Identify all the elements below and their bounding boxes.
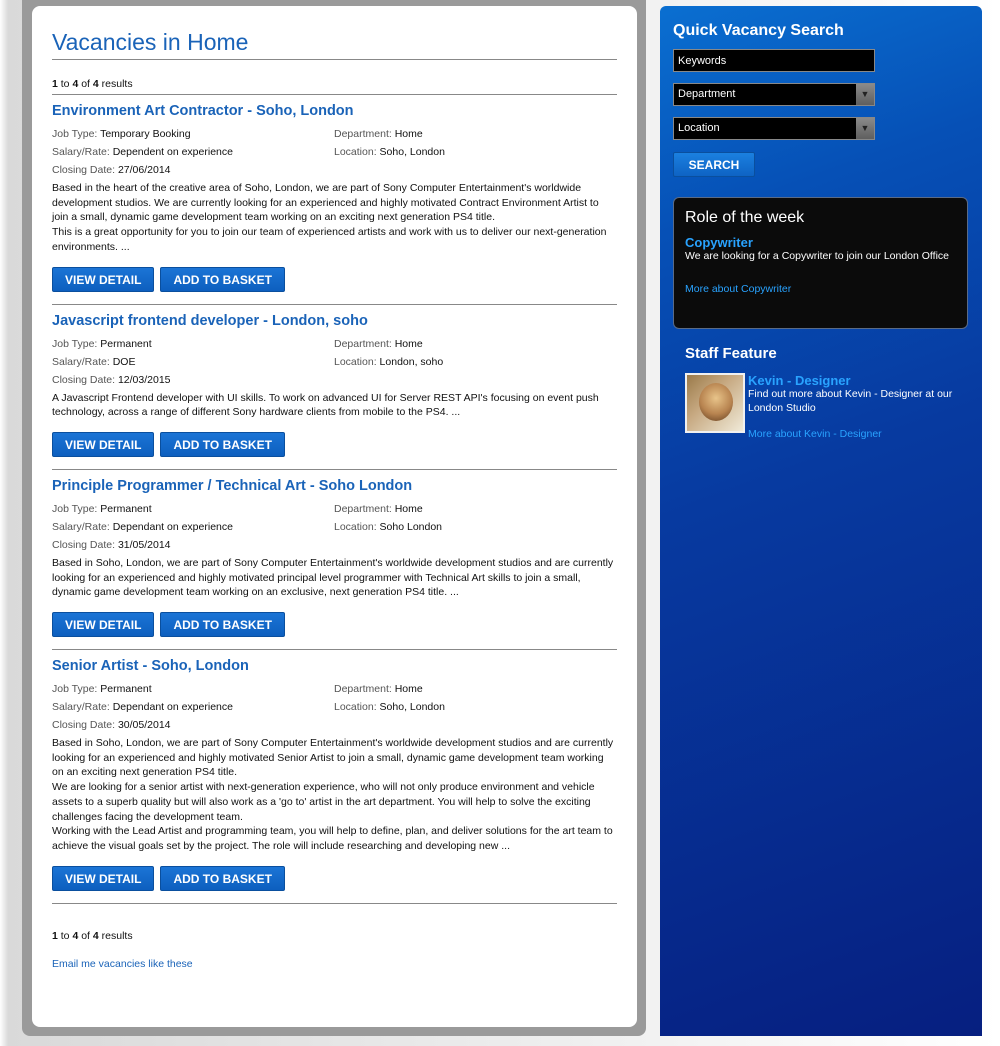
vacancy-meta: Job Type: Permanent Department: Home Sal… [52,502,617,552]
department-select[interactable]: Department ▼ [673,83,875,106]
vacancy-item: Javascript frontend developer - London, … [52,312,617,470]
department: Department: Home [334,683,423,696]
location: Location: Soho, London [334,701,445,714]
email-vacancies-link[interactable]: Email me vacancies like these [52,958,617,970]
vacancy-title-link[interactable]: Environment Art Contractor - Soho, Londo… [52,102,617,120]
vacancy-item: Principle Programmer / Technical Art - S… [52,477,617,651]
department: Department: Home [334,337,423,350]
department-select-value: Department [678,88,736,100]
closing-date: Closing Date: 31/05/2014 [52,538,171,551]
results-count-bottom: 1 to 4 of 4 results [52,929,133,942]
closing-date: Closing Date: 27/06/2014 [52,164,171,176]
salary: Salary/Rate: Dependant on experience [52,701,233,714]
role-description: We are looking for a Copywriter to join … [685,250,950,262]
salary: Salary/Rate: Dependant on experience [52,520,233,533]
location: Location: London, soho [334,355,444,368]
role-name-link[interactable]: Copywriter [685,235,956,250]
vacancy-item: Senior Artist - Soho, London Job Type: P… [52,657,617,904]
add-to-basket-button[interactable]: ADD TO BASKET [160,266,285,292]
chevron-down-icon: ▼ [856,84,874,105]
role-more-link[interactable]: More about Copywriter [685,283,956,295]
page-title: Vacancies in Home [52,28,617,60]
chevron-down-icon: ▼ [856,118,874,139]
closing-date: Closing Date: 12/03/2015 [52,373,171,386]
search-button[interactable]: SEARCH [673,152,755,177]
vacancy-item: Environment Art Contractor - Soho, Londo… [52,102,617,305]
vacancy-title-link[interactable]: Senior Artist - Soho, London [52,657,617,675]
view-detail-button[interactable]: VIEW DETAIL [52,865,155,891]
view-detail-button[interactable]: VIEW DETAIL [52,612,155,638]
staff-description: Find out more about Kevin - Designer at … [748,388,953,414]
location-select[interactable]: Location ▼ [673,117,875,140]
vacancy-description: Based in Soho, London, we are part of So… [52,737,614,852]
add-to-basket-button[interactable]: ADD TO BASKET [160,431,285,457]
sidebar: Quick Vacancy Search Department ▼ Locati… [660,6,982,1036]
job-type: Job Type: Permanent [52,502,152,515]
vacancy-meta: Job Type: Temporary Booking Department: … [52,127,617,177]
location-select-value: Location [678,122,720,134]
job-type: Job Type: Permanent [52,683,152,696]
staff-more-link[interactable]: More about Kevin - Designer [748,428,958,440]
staff-name-link[interactable]: Kevin - Designer [748,373,958,388]
job-type: Job Type: Temporary Booking [52,128,191,140]
vacancy-meta: Job Type: Permanent Department: Home Sal… [52,337,617,387]
add-to-basket-button[interactable]: ADD TO BASKET [160,612,285,638]
add-to-basket-button[interactable]: ADD TO BASKET [160,865,285,891]
job-type: Job Type: Permanent [52,337,152,350]
vacancy-description: Based in Soho, London, we are part of So… [52,556,614,599]
vacancy-description: Based in the heart of the creative area … [52,182,607,253]
location: Location: Soho, London [334,146,445,158]
vacancy-title-link[interactable]: Javascript frontend developer - London, … [52,312,617,330]
role-of-the-week: Role of the week Copywriter We are looki… [673,197,968,329]
staff-heading: Staff Feature [685,345,777,362]
vacancy-list: Environment Art Contractor - Soho, Londo… [52,102,617,904]
role-heading: Role of the week [685,209,805,226]
vacancy-meta: Job Type: Permanent Department: Home Sal… [52,682,617,732]
location: Location: Soho London [334,520,443,533]
closing-date: Closing Date: 30/05/2014 [52,719,171,732]
salary: Salary/Rate: DOE [52,355,136,368]
vacancy-description: A Javascript Frontend developer with UI … [52,391,599,419]
view-detail-button[interactable]: VIEW DETAIL [52,431,155,457]
vacancy-title-link[interactable]: Principle Programmer / Technical Art - S… [52,477,617,495]
department: Department: Home [334,128,423,140]
staff-photo[interactable] [685,373,745,433]
results-count-top: 1 to 4 of 4 results [52,78,617,95]
department: Department: Home [334,502,423,515]
keywords-input[interactable] [673,49,875,72]
staff-feature: Staff Feature Kevin - Designer Find out … [673,345,969,440]
view-detail-button[interactable]: VIEW DETAIL [52,266,155,292]
salary: Salary/Rate: Dependent on experience [52,146,233,158]
main-panel: Vacancies in Home 1 to 4 of 4 results En… [32,6,637,1027]
quick-search-title: Quick Vacancy Search [673,22,844,39]
